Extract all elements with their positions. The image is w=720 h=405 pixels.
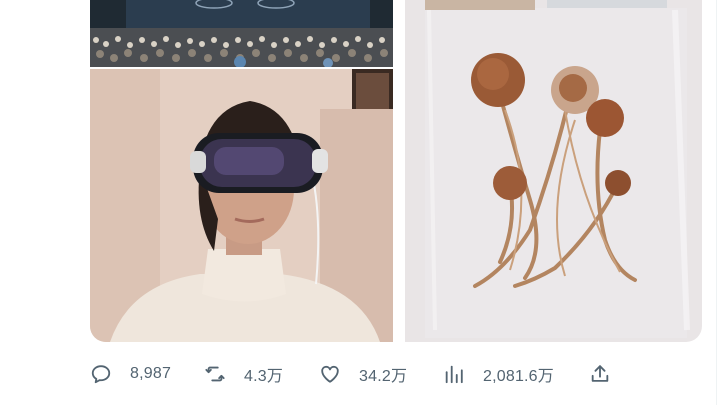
retweet-button[interactable]: 4.3万	[204, 356, 283, 392]
event-crowd-photo[interactable]	[90, 0, 393, 67]
share-icon	[589, 363, 611, 385]
like-button[interactable]: 34.2万	[319, 356, 407, 392]
views-count: 2,081.6万	[483, 368, 554, 385]
heart-icon	[319, 363, 341, 385]
timeline-divider	[716, 0, 717, 405]
reply-button[interactable]: 8,987	[90, 356, 171, 392]
dried-mushrooms-bag-photo[interactable]	[405, 0, 702, 342]
share-button[interactable]	[589, 356, 611, 392]
like-count: 34.2万	[359, 368, 408, 385]
woman-wearing-headset-photo[interactable]	[90, 69, 393, 342]
tweet-action-bar: 8,987 4.3万 34.2万 2,081.6万	[90, 356, 620, 392]
views-button[interactable]: 2,081.6万	[443, 356, 554, 392]
reply-icon	[90, 363, 112, 385]
tweet-media-grid	[90, 0, 702, 342]
tweet-card: 8,987 4.3万 34.2万 2,081.6万	[0, 0, 720, 405]
retweet-icon	[204, 363, 226, 385]
views-chart-icon	[443, 363, 465, 385]
reply-count: 8,987	[130, 365, 172, 382]
retweet-count: 4.3万	[244, 368, 284, 385]
